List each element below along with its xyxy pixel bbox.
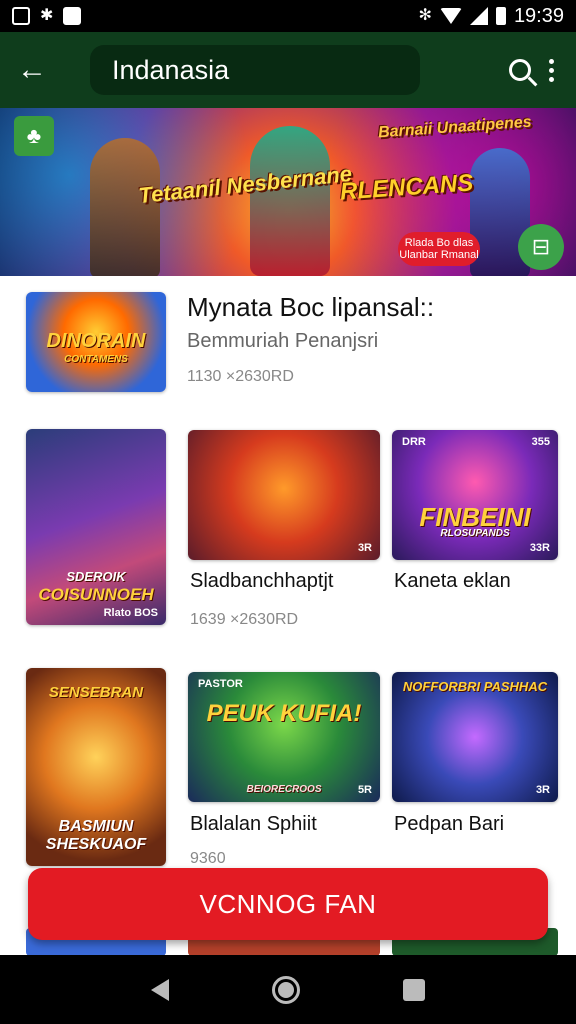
notification-square-icon	[12, 7, 30, 25]
signal-icon	[469, 7, 488, 25]
back-button[interactable]: ←	[0, 32, 64, 108]
system-nav-bar	[0, 955, 576, 1024]
game-card-title-2[interactable]: Kaneta eklan	[394, 570, 511, 593]
nav-recents-icon[interactable]	[402, 978, 425, 1001]
tree-icon[interactable]: ♣	[14, 116, 54, 156]
bluetooth-icon: ✻	[418, 7, 432, 24]
search-button[interactable]	[509, 59, 531, 81]
game-card-thumb-1[interactable]: 3R	[188, 430, 380, 560]
game-card-large-1[interactable]: SDEROIK COISUNNOEH Rlato BOS	[26, 429, 166, 625]
battery-icon	[495, 7, 506, 25]
bug-icon: ✱	[40, 7, 54, 24]
promo-banner[interactable]: Tetaanil Nesbernane RLENCANS Barnaii Una…	[0, 108, 576, 276]
nav-home-icon[interactable]	[271, 975, 300, 1004]
feature-list-item[interactable]: DINORAIN CONTAMENS Mynata Boc lipansal::…	[26, 290, 556, 392]
feature-meta: 1130 ×2630RD	[187, 368, 294, 385]
game-card-meta-1: 1639 ×2630RD	[190, 611, 299, 628]
status-time: 19:39	[513, 4, 564, 27]
image-icon	[63, 7, 82, 25]
title-search-field[interactable]: Indanasia	[90, 45, 420, 95]
game-card-meta-3: 9360	[190, 850, 226, 867]
status-system: ✻ 19:39	[419, 5, 564, 28]
feature-title: Mynata Boc lipansal::	[187, 292, 435, 322]
banner-pill[interactable]: Rlada Bo dlas Ulanbar Rmanal	[398, 232, 480, 266]
app-title: Indanasia	[112, 54, 230, 85]
more-options-button[interactable]	[549, 58, 554, 82]
search-icon	[509, 59, 531, 81]
game-card-title-3[interactable]: Blalalan Sphiit	[190, 813, 317, 836]
game-card-large-2[interactable]: SENSEBRAN BASMIUN SHESKUAOF	[26, 668, 166, 866]
status-notifications: ✱	[12, 7, 82, 25]
store-icon[interactable]: ⊟	[518, 224, 564, 270]
game-card-title-4[interactable]: Pedpan Bari	[394, 813, 504, 836]
game-card-thumb-4[interactable]: NOFFORBRI PASHHAC 3R	[392, 672, 558, 802]
banner-character-center	[250, 126, 330, 276]
more-vert-icon	[549, 58, 554, 64]
app-bar: ← Indanasia	[0, 32, 576, 108]
arrow-left-icon: ←	[17, 53, 47, 86]
status-bar: ✱ ✻ 19:39	[0, 0, 576, 32]
nav-back-icon[interactable]	[151, 978, 170, 1001]
feature-subtitle: Bemmuriah Penanjsri	[187, 330, 379, 352]
game-card-thumb-3[interactable]: PASTOR PEUK KUFIA! BEIORECROOS 5R	[188, 672, 380, 802]
game-card-thumb-2[interactable]: DRR 355 FINBEINI RLOSUPANDS 33R	[392, 430, 558, 560]
game-card-title-1[interactable]: Sladbanchhaptjt	[190, 570, 333, 593]
wifi-icon	[439, 8, 462, 24]
feature-thumbnail: DINORAIN CONTAMENS	[26, 292, 166, 392]
cta-button[interactable]: VCNNOG FAN	[28, 868, 548, 940]
